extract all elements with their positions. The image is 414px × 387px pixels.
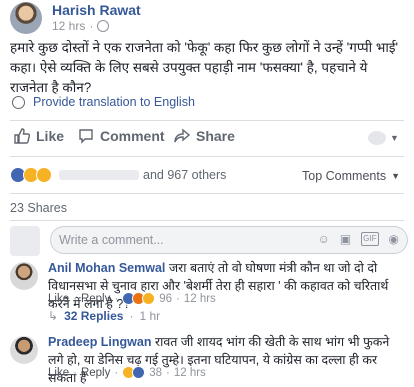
translate-globe-icon bbox=[12, 95, 25, 109]
comment-reply-button[interactable]: Reply bbox=[81, 367, 110, 379]
divider bbox=[10, 156, 404, 157]
comment-author[interactable]: Anil Mohan Semwal bbox=[48, 261, 165, 275]
comment-author[interactable]: Pradeep Lingwan bbox=[48, 335, 152, 349]
post-author-name[interactable]: Harish Rawat bbox=[52, 2, 141, 18]
like-thumb-icon bbox=[14, 128, 30, 144]
reactions-summary[interactable]: and 967 others bbox=[10, 167, 226, 183]
blurred-names bbox=[59, 170, 139, 180]
wow-reaction-icon bbox=[36, 167, 52, 183]
reply-arrow-icon: ↳ bbox=[48, 309, 59, 323]
translate-link[interactable]: Provide translation to English bbox=[12, 95, 195, 109]
comment-actions: Like · Reply · 96 · 12 hrs bbox=[48, 292, 216, 305]
comment-reaction-count: 38 bbox=[149, 366, 162, 379]
divider bbox=[10, 220, 404, 221]
comment-reaction-count: 96 bbox=[159, 292, 172, 305]
reaction-picker[interactable]: ▼ bbox=[368, 131, 399, 145]
comment-actions: Like · Reply · 38 · 12 hrs bbox=[48, 366, 206, 379]
comment-button[interactable]: Comment bbox=[78, 128, 165, 144]
comment-bubble-icon bbox=[79, 129, 93, 144]
globe-privacy-icon bbox=[97, 20, 110, 32]
comment-label: Comment bbox=[100, 128, 165, 144]
like-label: Like bbox=[36, 128, 65, 144]
share-arrow-icon bbox=[174, 128, 190, 143]
post-body: हमारे कुछ दोस्तों ने एक राजनेता को 'फेकू… bbox=[10, 40, 399, 95]
comment-input[interactable]: Write a comment... ☺ ▣ GIF ◉ bbox=[50, 226, 408, 254]
sticker-icon[interactable]: ◉ bbox=[389, 232, 399, 246]
post-meta: 12 hrs · bbox=[52, 19, 110, 33]
current-user-avatar bbox=[10, 226, 40, 256]
reaction-icon bbox=[368, 131, 386, 145]
shares-count[interactable]: 23 Shares bbox=[10, 201, 67, 215]
chevron-down-icon: ▼ bbox=[390, 133, 399, 143]
replies-count: 32 Replies bbox=[64, 309, 124, 323]
share-label: Share bbox=[196, 128, 235, 144]
comment-time[interactable]: 12 hrs bbox=[174, 367, 206, 379]
comment-reactions[interactable]: 38 bbox=[122, 366, 162, 379]
author-avatar[interactable] bbox=[10, 2, 42, 34]
comment-like-button[interactable]: Like bbox=[48, 367, 69, 379]
reactions-others: and 967 others bbox=[143, 168, 227, 182]
view-replies[interactable]: ↳ 32 Replies · 1 hr bbox=[48, 309, 160, 323]
camera-icon[interactable]: ▣ bbox=[340, 232, 351, 246]
composer-icons: ☺ ▣ GIF ◉ bbox=[318, 232, 399, 246]
comment-like-button[interactable]: Like bbox=[48, 293, 69, 305]
haha-reaction-icon bbox=[142, 292, 156, 305]
post-time[interactable]: 12 hrs bbox=[52, 19, 85, 33]
chevron-down-icon: ▼ bbox=[391, 171, 400, 181]
sort-label: Top Comments bbox=[302, 169, 387, 183]
comment-time[interactable]: 12 hrs bbox=[184, 293, 216, 305]
separator-dot: · bbox=[89, 19, 94, 33]
like-button[interactable]: Like bbox=[14, 128, 64, 144]
comment-avatar[interactable] bbox=[10, 336, 38, 364]
divider bbox=[10, 193, 404, 194]
comment-reply-button[interactable]: Reply bbox=[81, 293, 110, 305]
comment-placeholder: Write a comment... bbox=[59, 233, 164, 247]
comment-avatar[interactable] bbox=[10, 262, 38, 290]
gif-icon[interactable]: GIF bbox=[361, 232, 379, 246]
translate-label: Provide translation to English bbox=[33, 95, 195, 109]
comment-reactions[interactable]: 96 bbox=[122, 292, 172, 305]
divider bbox=[10, 120, 404, 121]
sort-comments[interactable]: Top Comments ▼ bbox=[302, 169, 400, 183]
emoji-icon[interactable]: ☺ bbox=[318, 232, 330, 246]
replies-time: 1 hr bbox=[139, 309, 161, 323]
like-reaction-icon bbox=[132, 366, 146, 379]
share-button[interactable]: Share bbox=[174, 128, 235, 144]
